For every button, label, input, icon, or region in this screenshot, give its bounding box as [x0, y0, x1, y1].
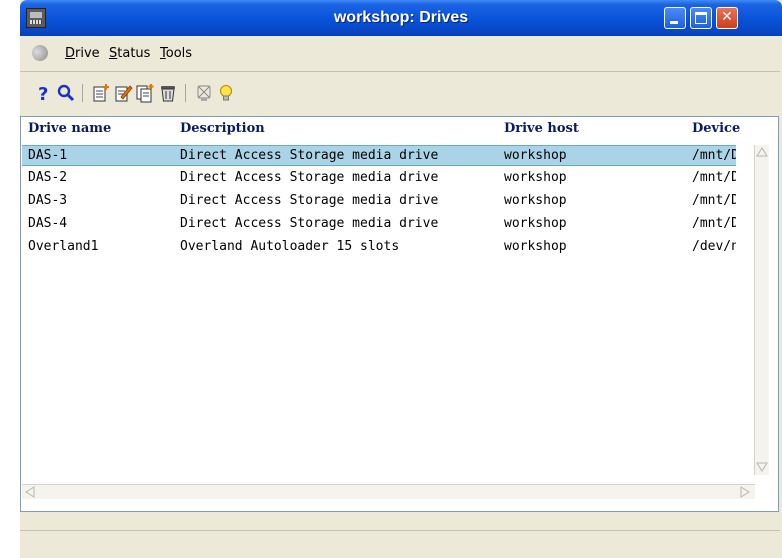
close-button[interactable]: ✕: [716, 7, 738, 29]
status-bar: [20, 530, 780, 557]
table-row[interactable]: DAS-3 Direct Access Storage media drive …: [22, 191, 736, 212]
table-row[interactable]: DAS-1 Direct Access Storage media drive …: [22, 145, 736, 166]
maximize-button[interactable]: [690, 7, 712, 29]
app-logo-icon: [29, 42, 51, 64]
column-header-device[interactable]: Device: [692, 121, 740, 136]
delete-icon[interactable]: [158, 83, 178, 103]
drive-name-cell: Overland1: [28, 239, 99, 254]
new-drive-icon[interactable]: [91, 83, 111, 103]
drive-host-cell: workshop: [504, 148, 567, 163]
table-row[interactable]: DAS-2 Direct Access Storage media drive …: [22, 168, 736, 189]
device-cell: /mnt/D: [692, 170, 736, 185]
minimize-button[interactable]: [664, 7, 686, 29]
device-cell: /dev/n: [692, 239, 736, 254]
maximize-icon: [695, 12, 707, 24]
drive-name-cell: DAS-2: [28, 170, 68, 185]
toolbar-separator: [185, 84, 186, 102]
description-cell: Direct Access Storage media drive: [180, 170, 439, 185]
table-row[interactable]: Overland1 Overland Autoloader 15 slots w…: [22, 237, 736, 258]
drive-name-cell: DAS-4: [28, 216, 68, 231]
horizontal-scrollbar[interactable]: [22, 484, 755, 499]
svg-text:?: ?: [38, 84, 48, 103]
menu-tools[interactable]: Tools: [160, 46, 192, 61]
title-bar[interactable]: workshop: Drives ✕: [20, 0, 782, 36]
description-cell: Direct Access Storage media drive: [180, 216, 439, 231]
menu-status[interactable]: Status: [109, 46, 150, 61]
copy-drive-icon[interactable]: [135, 83, 155, 103]
unavailable-icon[interactable]: [194, 83, 214, 103]
scroll-down-icon[interactable]: [756, 461, 768, 473]
minimize-icon: [670, 21, 678, 24]
column-header-drive-name[interactable]: Drive name: [28, 121, 111, 136]
scroll-right-icon[interactable]: [739, 486, 751, 498]
device-cell: /mnt/D: [692, 148, 736, 163]
close-icon: ✕: [721, 9, 733, 25]
toolbar-separator: [82, 84, 83, 102]
column-header-description[interactable]: Description: [180, 121, 265, 136]
drive-host-cell: workshop: [504, 193, 567, 208]
drives-window: workshop: Drives ✕ Drive Status Tools ?: [20, 0, 782, 558]
device-cell: /mnt/D: [692, 216, 736, 231]
drive-host-cell: workshop: [504, 239, 567, 254]
drive-name-cell: DAS-3: [28, 193, 68, 208]
vertical-scrollbar[interactable]: [754, 145, 769, 475]
device-cell: /mnt/D: [692, 193, 736, 208]
description-cell: Overland Autoloader 15 slots: [180, 239, 400, 254]
drive-name-cell: DAS-1: [28, 148, 68, 163]
drive-host-cell: workshop: [504, 216, 567, 231]
column-header-drive-host[interactable]: Drive host: [504, 121, 579, 136]
toolbar: ?: [20, 72, 780, 112]
table-row[interactable]: DAS-4 Direct Access Storage media drive …: [22, 214, 736, 235]
edit-drive-icon[interactable]: [113, 83, 133, 103]
drive-host-cell: workshop: [504, 170, 567, 185]
search-icon[interactable]: [56, 83, 76, 103]
drives-table[interactable]: Drive name Description Drive host Device…: [20, 116, 779, 512]
help-icon[interactable]: ?: [34, 83, 54, 105]
description-cell: Direct Access Storage media drive: [180, 193, 439, 208]
scroll-up-icon[interactable]: [756, 146, 768, 158]
hint-bulb-icon[interactable]: [216, 83, 236, 103]
scroll-left-icon[interactable]: [24, 486, 36, 498]
description-cell: Direct Access Storage media drive: [180, 148, 439, 163]
menu-drive[interactable]: Drive: [65, 46, 100, 61]
menu-bar: Drive Status Tools: [20, 36, 780, 72]
